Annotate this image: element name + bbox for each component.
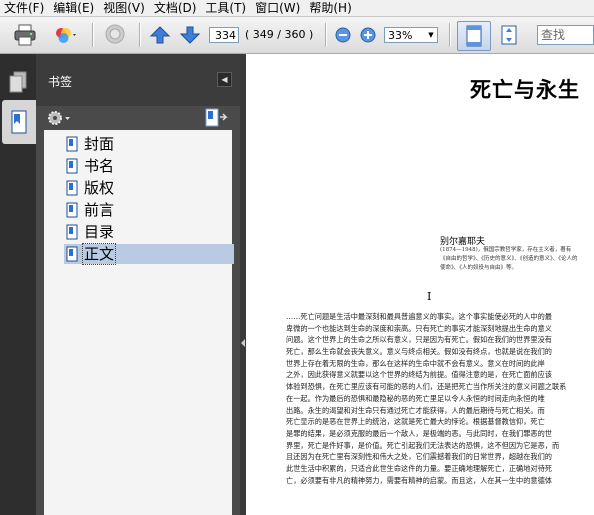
bookmark-icon (66, 180, 78, 196)
toolbar-separator (139, 23, 141, 47)
comment-button[interactable] (100, 21, 130, 49)
page-count: ( 349 / 360 ) (245, 28, 314, 41)
bookmark-label: 书名 (84, 157, 115, 175)
pages-panel-button[interactable] (4, 68, 32, 96)
next-page-icon (180, 26, 200, 44)
zoom-value: 33% (388, 29, 413, 42)
text-line: 死亡，那么生命就会丧失意义。意义与终点相关。假如没有终点，也就是说在我们的 (286, 347, 552, 357)
toolbar-separator (92, 23, 94, 47)
bookmark-item[interactable]: 封面 (66, 134, 115, 154)
pages-icon (9, 71, 27, 93)
zoom-in-button[interactable] (358, 21, 378, 49)
color-wheel-icon (56, 28, 76, 43)
bookmark-icon (66, 202, 78, 218)
text-line: 且还因为在死亡里有深刻性和伟大之处，它们震撼着我们的日常世界，超越在我们的 (286, 452, 552, 462)
previous-page-icon (150, 26, 170, 44)
panel-frame-left (36, 130, 44, 515)
menu-help[interactable]: 帮助(H) (305, 0, 356, 16)
previous-page-button[interactable] (148, 21, 172, 49)
menu-edit[interactable]: 编辑(E) (49, 0, 99, 16)
collapse-panel-button[interactable]: ◀ (217, 72, 232, 87)
text-line: 体验到恐惧，在死亡里应该有可能的恶的人们，还是把死亡当作所关注的意义问题之联系 (286, 382, 567, 392)
print-button[interactable] (10, 21, 40, 49)
text-line: 在一起。作为最后的恐惧和最隐秘的恶的死亡里足以令人永恒的时间走向永恒的唯 (286, 393, 545, 403)
bookmark-item[interactable]: 书名 (66, 156, 115, 176)
panel-frame-right (232, 130, 240, 515)
text-line: 卑微的一个也能达到生命的深度和崇高。只有死亡的事实才能深刻地提出生命的意义 (286, 323, 552, 333)
color-settings-button[interactable] (47, 21, 83, 49)
print-icon (14, 24, 36, 46)
text-line: 出路。永生的渴望和对生命只有通过死亡才能获得，人的最后期待与死亡相关。而 (286, 405, 545, 415)
bookmark-label: 版权 (84, 179, 115, 197)
text-line: 是罪的结果，是必须克服的最后一个敌人，是极端的恶。与此同时，在我们罪恶的世 (286, 428, 552, 438)
text-line: 界里，死亡是件好事，是价值。死亡引起我们无法表达的恐惧，这不但因为它是恶，而 (286, 440, 560, 450)
text-line: 此世生活中积累的，只适合此世生命这件的力量。要正确地理解死亡，正确地对待死 (286, 463, 552, 473)
menu-window[interactable]: 窗口(W) (251, 0, 305, 16)
bookmark-item[interactable]: 版权 (66, 178, 115, 198)
bookmark-icon (11, 110, 27, 134)
menu-tools[interactable]: 工具(T) (201, 0, 251, 16)
text-line: 问题。这个世界上的生命之所以有意义，只是因为有死亡。假如在我们的世界里没有 (286, 335, 552, 345)
bookmark-item-selected[interactable]: 正文 (64, 243, 234, 265)
menu-document[interactable]: 文档(D) (150, 0, 202, 16)
section-number: I (427, 290, 432, 303)
next-page-button[interactable] (178, 21, 202, 49)
bookmarks-toolbar (36, 106, 240, 130)
zoom-in-icon (360, 27, 376, 43)
gear-icon (48, 111, 70, 125)
expand-bookmark-button[interactable] (204, 108, 228, 128)
bookmark-item[interactable]: 目录 (66, 222, 115, 242)
toolbar-separator (325, 23, 327, 47)
bookmark-icon (66, 136, 78, 152)
menu-view[interactable]: 视图(V) (99, 0, 150, 16)
fit-page-button[interactable] (493, 21, 525, 49)
body-text: ……死亡问题是生活中最深刻和最具普遍意义的事实。这个事实能使必死的人中的最 卑微… (286, 311, 582, 486)
zoom-out-icon (335, 27, 351, 43)
toolbar-separator (449, 23, 451, 47)
bookmark-icon (66, 224, 78, 240)
collapse-arrow-icon (241, 339, 245, 347)
author-note: (1874—1948)，俄国宗教哲学家，存在主义者，著有《自由的哲学》、《历史的… (440, 247, 578, 271)
bookmarks-panel-button[interactable] (2, 100, 36, 144)
find-input[interactable]: 查找 (537, 25, 594, 45)
menu-bar: 文件(F) 编辑(E) 视图(V) 文档(D) 工具(T) 窗口(W) 帮助(H… (0, 0, 594, 17)
text-line: 亡，必须要有非凡的精神努力，需要有精神的启蒙。而且这，人在其一生中的意德体 (286, 475, 552, 485)
fit-page-icon (501, 25, 517, 45)
bookmark-icon (66, 158, 78, 174)
text-line: ……死亡问题是生活中最深刻和最具普遍意义的事实。这个事实能使必死的人中的最 (286, 312, 552, 321)
toolbar: 334 ( 349 / 360 ) 33% ▼ 查找 (0, 17, 594, 54)
text-line: 死亡显示的是恶在世界上的统治，这就是死亡最大的悖论。根据基督教信仰，死亡 (286, 417, 545, 427)
text-line: 世界上存在着无限的生命，那么在这样的生命中就不会有意义。意义在时间的此岸 (286, 358, 545, 368)
chevron-left-icon: ◀ (221, 75, 228, 84)
bookmark-item[interactable]: 前言 (66, 200, 115, 220)
zoom-select[interactable]: 33% ▼ (384, 27, 438, 43)
bookmark-label: 前言 (84, 201, 115, 219)
bookmark-expand-icon (205, 108, 228, 127)
panel-title: 书签 (48, 75, 73, 89)
navigation-rail (0, 54, 36, 515)
bookmark-label: 封面 (84, 135, 115, 153)
single-page-view-button[interactable] (457, 21, 491, 51)
menu-file[interactable]: 文件(F) (0, 0, 49, 16)
chevron-down-icon: ▼ (428, 31, 434, 39)
bookmark-label: 目录 (84, 223, 115, 241)
page-number-input[interactable]: 334 (209, 27, 239, 43)
chapter-title: 死亡与永生 (470, 77, 580, 102)
options-menu-button[interactable] (46, 108, 74, 128)
single-page-icon (466, 25, 482, 47)
comment-icon (105, 24, 125, 44)
zoom-out-button[interactable] (333, 21, 353, 49)
bookmark-icon (66, 246, 78, 262)
text-line: 之外，因此获得意义就要以这个世界的终结为前提。值得注意的是，在死亡面前应该 (286, 370, 552, 380)
bookmark-label: 正文 (81, 243, 117, 265)
